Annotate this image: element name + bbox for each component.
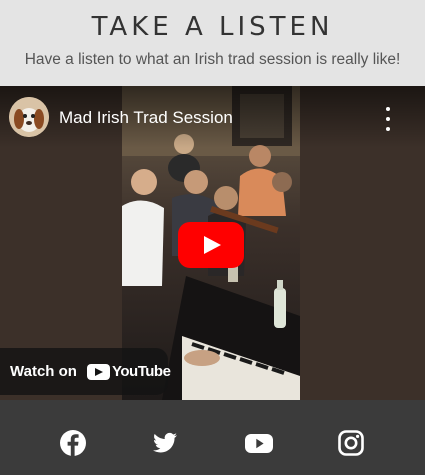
video-title[interactable]: Mad Irish Trad Session <box>59 108 233 128</box>
listen-section: TAKE A LISTEN Have a listen to what an I… <box>0 0 425 86</box>
youtube-video-embed[interactable]: Mad Irish Trad Session Watch on YouTube <box>0 86 425 400</box>
section-subtitle: Have a listen to what an Irish trad sess… <box>24 51 401 68</box>
twitter-icon[interactable] <box>152 430 178 456</box>
instagram-icon[interactable] <box>338 430 364 456</box>
watch-on-label: Watch on <box>10 363 77 380</box>
youtube-icon[interactable] <box>245 430 273 456</box>
video-header: Mad Irish Trad Session <box>0 86 425 148</box>
youtube-play-icon <box>87 363 110 380</box>
play-button[interactable] <box>178 222 244 268</box>
youtube-logo: YouTube <box>87 363 171 380</box>
youtube-wordmark: YouTube <box>112 363 171 380</box>
facebook-icon[interactable] <box>60 430 86 456</box>
section-title: TAKE A LISTEN <box>91 12 334 42</box>
more-vert-icon[interactable] <box>378 107 398 131</box>
watch-on-youtube-button[interactable]: Watch on YouTube <box>0 348 171 395</box>
footer <box>0 400 425 475</box>
channel-avatar[interactable] <box>9 97 49 137</box>
